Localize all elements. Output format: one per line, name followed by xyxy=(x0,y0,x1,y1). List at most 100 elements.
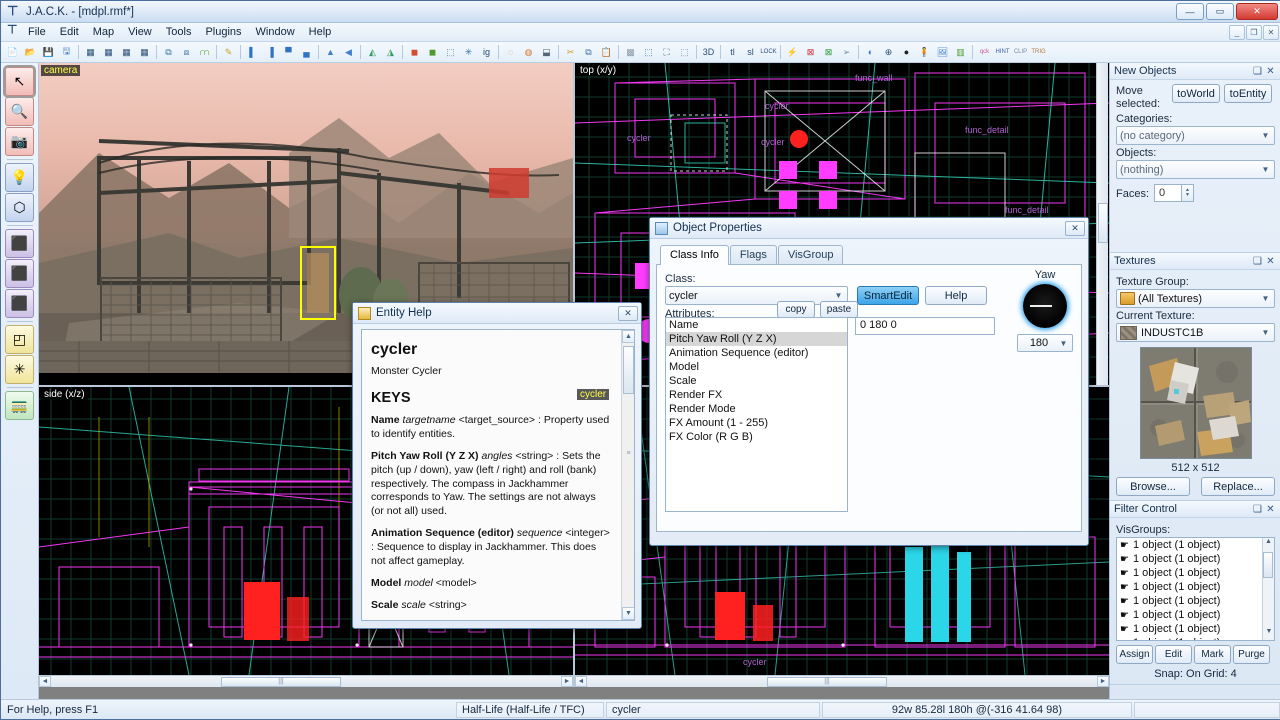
visgroup-edit-button[interactable]: Edit xyxy=(1155,645,1192,664)
mdi-close-button[interactable]: ✕ xyxy=(1263,25,1279,40)
front-viewport-hscrollbar[interactable]: ◄ ||| ► xyxy=(575,675,1109,687)
toolbar-rotate-ccw-button[interactable]: ◭ xyxy=(364,44,381,61)
entity-help-scrollbar[interactable]: ▲ ≡ ▼ xyxy=(621,330,634,620)
toolbar-texture-browser-button[interactable]: 🖼 xyxy=(934,44,951,61)
toolbar-texture-lock-button[interactable]: tl xyxy=(724,44,741,61)
visgroup-item[interactable]: ☛1 object (1 object) xyxy=(1117,566,1274,580)
close-button[interactable]: ✕ xyxy=(1236,3,1278,20)
toolbar-toggle-shadows-button[interactable]: ● xyxy=(898,44,915,61)
visgroups-scrollbar[interactable]: ▲ ▼ xyxy=(1262,538,1274,640)
toolbar-run-map-button[interactable]: ⚡ xyxy=(784,44,801,61)
toolbar-select-marquee-button[interactable]: ⬚ xyxy=(442,44,459,61)
scroll-right-arrow[interactable]: ► xyxy=(561,676,573,687)
visgroup-item[interactable]: ☛1 object (1 object) xyxy=(1117,622,1274,636)
tool-camera-tool[interactable]: 📷 xyxy=(5,127,34,156)
stepper-arrows-icon[interactable]: ▲▼ xyxy=(1181,185,1193,201)
toolbar-toggle-3d-grid-button[interactable]: ▦ xyxy=(100,44,117,61)
toolbar-marquee-select-button[interactable]: ⬚ xyxy=(676,44,693,61)
toolbar-texture-application-button[interactable]: ✎ xyxy=(220,44,237,61)
attribute-row[interactable]: Name xyxy=(666,318,847,332)
toolbar-align-bottom-button[interactable]: ▄ xyxy=(298,44,315,61)
toolbar-flip-horizontal-button[interactable]: ◀ xyxy=(340,44,357,61)
menu-plugins[interactable]: Plugins xyxy=(198,24,248,40)
maximize-button[interactable]: ▭ xyxy=(1206,3,1234,20)
faces-stepper[interactable]: 0 ▲▼ xyxy=(1154,184,1194,202)
tab-class-info[interactable]: Class Info xyxy=(660,245,729,265)
toolbar-ignore-groups-button[interactable]: ig xyxy=(478,44,495,61)
toolbar-run-game-button[interactable]: ⊠ xyxy=(820,44,837,61)
toolbar-make-solid-button[interactable]: ⬓ xyxy=(538,44,555,61)
close-icon[interactable]: ✕ xyxy=(618,306,638,321)
toolbar-toggle-grid-button[interactable]: ▦ xyxy=(82,44,99,61)
toolbar-hollow-button[interactable]: ◍ xyxy=(520,44,537,61)
toolbar-to-world-button[interactable]: ◼ xyxy=(424,44,441,61)
scroll-up-arrow[interactable]: ▲ xyxy=(1263,538,1274,550)
minimize-button[interactable]: — xyxy=(1176,3,1204,20)
close-icon[interactable]: ✕ xyxy=(1264,503,1277,516)
scroll-left-arrow[interactable]: ◄ xyxy=(39,676,51,687)
toolbar-toggle-lighting-button[interactable]: ◐ xyxy=(862,44,879,61)
tool-apply-decals-tool[interactable]: ⬛ xyxy=(5,259,34,288)
toolbar-toggle-texture-lock-button[interactable]: ▩ xyxy=(622,44,639,61)
toolbar-rotate-cw-button[interactable]: ◮ xyxy=(382,44,399,61)
attribute-value-field[interactable]: 0 180 0 xyxy=(855,317,995,335)
visgroup-purge-button[interactable]: Purge xyxy=(1233,645,1270,664)
toolbar-flip-vertical-button[interactable]: ▲ xyxy=(322,44,339,61)
toolbar-toggle-selection-box-button[interactable]: ⬚ xyxy=(640,44,657,61)
tool-clipping-tool[interactable]: ◰ xyxy=(5,325,34,354)
menu-window[interactable]: Window xyxy=(249,24,302,40)
close-icon[interactable]: ✕ xyxy=(1065,221,1085,236)
float-icon[interactable]: ❏ xyxy=(1251,255,1264,268)
scroll-right-arrow[interactable]: ► xyxy=(1097,676,1109,687)
tool-vertex-tool[interactable]: ✳ xyxy=(5,355,34,384)
toolbar-entity-report-button[interactable]: 🧍 xyxy=(916,44,933,61)
visgroup-item[interactable]: ☛1 object (1 object) xyxy=(1117,580,1274,594)
toolbar-paste-button[interactable]: 📋 xyxy=(598,44,615,61)
entity-help-titlebar[interactable]: Entity Help ✕ xyxy=(353,303,641,324)
toolbar-copy-button[interactable]: ⧉ xyxy=(580,44,597,61)
menu-file[interactable]: File xyxy=(21,24,53,40)
objects-combo[interactable]: (nothing) ▼ xyxy=(1116,160,1275,179)
attribute-row[interactable]: Pitch Yaw Roll (Y Z X) xyxy=(666,332,847,346)
yaw-combo[interactable]: 180 ▼ xyxy=(1017,334,1073,352)
scroll-left-arrow[interactable]: ◄ xyxy=(575,676,587,687)
toolbar-align-left-button[interactable]: ▌ xyxy=(244,44,261,61)
toolbar-group-button[interactable]: ⧉ xyxy=(160,44,177,61)
scroll-thumb[interactable] xyxy=(1263,552,1273,578)
attribute-row[interactable]: Scale xyxy=(666,374,847,388)
texture-group-combo[interactable]: (All Textures) ▼ xyxy=(1116,289,1275,308)
side-viewport-hscrollbar[interactable]: ◄ ||| ► xyxy=(39,675,573,687)
toolbar-pointfile-button[interactable]: ➢ xyxy=(838,44,855,61)
current-texture-combo[interactable]: INDUSTC1B ▼ xyxy=(1116,323,1275,342)
tab-visgroup[interactable]: VisGroup xyxy=(778,245,844,265)
attribute-row[interactable]: Render Mode xyxy=(666,402,847,416)
toolbar-quick-draw-button[interactable]: qck xyxy=(976,44,993,61)
browse-button[interactable]: Browse... xyxy=(1116,477,1190,496)
visgroup-item[interactable]: ☛1 object (1 object) xyxy=(1117,594,1274,608)
attributes-list[interactable]: NamePitch Yaw Roll (Y Z X)Animation Sequ… xyxy=(665,317,848,512)
scroll-thumb[interactable]: ||| xyxy=(767,677,887,687)
toolbar-toggle-fullbright-button[interactable]: ⊕ xyxy=(880,44,897,61)
visgroup-item[interactable]: ☛1 object (1 object) xyxy=(1117,538,1274,552)
toolbar-align-right-button[interactable]: ▐ xyxy=(262,44,279,61)
texture-preview[interactable] xyxy=(1140,347,1252,459)
object-properties-dialog[interactable]: Object Properties ✕ Class InfoFlagsVisGr… xyxy=(649,217,1089,546)
categories-combo[interactable]: (no category) ▼ xyxy=(1116,126,1275,145)
menu-tools[interactable]: Tools xyxy=(159,24,199,40)
visgroup-mark-button[interactable]: Mark xyxy=(1194,645,1231,664)
toolbar-ungroup-button[interactable]: ⧈ xyxy=(178,44,195,61)
scroll-thumb[interactable] xyxy=(623,346,634,394)
toolbar-scale-selection-button[interactable]: ⛶ xyxy=(658,44,675,61)
visgroup-item[interactable]: ☛1 object (1 object) xyxy=(1117,636,1274,641)
scroll-down-arrow[interactable]: ▼ xyxy=(1263,628,1275,640)
attribute-row[interactable]: FX Amount (1 - 255) xyxy=(666,416,847,430)
help-button[interactable]: Help xyxy=(925,286,987,305)
toolbar-to-entity-button[interactable]: ◼ xyxy=(406,44,423,61)
toolbar-cut-button[interactable]: ✂ xyxy=(562,44,579,61)
menu-help[interactable]: Help xyxy=(302,24,339,40)
entity-help-dialog[interactable]: Entity Help ✕ cyclerMonster CyclerKEYSNa… xyxy=(352,302,642,629)
toolbar-model-browser-button[interactable]: ▥ xyxy=(952,44,969,61)
mdi-restore-button[interactable]: ❐ xyxy=(1246,25,1262,40)
to-world-button[interactable]: toWorld xyxy=(1172,84,1220,103)
tool-apply-texture-tool[interactable]: ⬛ xyxy=(5,289,34,318)
